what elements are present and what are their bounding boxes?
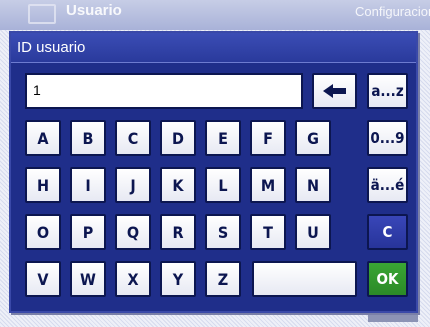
key-x[interactable]: X [115,261,151,297]
background-bottom-bar [368,314,418,322]
space-key[interactable] [252,261,357,297]
key-t[interactable]: T [250,214,286,250]
background-title: Usuario [66,2,122,19]
backspace-button[interactable] [312,73,357,109]
ok-button[interactable]: OK [367,261,408,297]
user-id-dialog: ID usuario 1 a...z 0...9 ä...é C OK ABCD… [9,31,418,313]
key-n[interactable]: N [295,167,331,203]
key-j[interactable]: J [115,167,151,203]
key-o[interactable]: O [25,214,61,250]
key-z[interactable]: Z [205,261,241,297]
special-chars-mode-button[interactable]: ä...é [367,167,408,203]
screen: Usuario Configuracion ID usuario 1 a...z… [0,0,430,327]
dialog-title-bar: ID usuario [11,33,416,63]
key-d[interactable]: D [160,120,196,156]
key-b[interactable]: B [70,120,106,156]
background-title-bar: Usuario Configuracion [0,0,430,30]
lowercase-mode-button[interactable]: a...z [367,73,408,109]
key-r[interactable]: R [160,214,196,250]
key-f[interactable]: F [250,120,286,156]
key-c[interactable]: C [115,120,151,156]
key-q[interactable]: Q [115,214,151,250]
arrow-left-icon [322,84,346,98]
key-i[interactable]: I [70,167,106,203]
key-a[interactable]: A [25,120,61,156]
user-icon [28,4,56,24]
key-g[interactable]: G [295,120,331,156]
key-w[interactable]: W [70,261,106,297]
key-k[interactable]: K [160,167,196,203]
user-id-input[interactable]: 1 [25,73,303,109]
key-e[interactable]: E [205,120,241,156]
key-p[interactable]: P [70,214,106,250]
key-h[interactable]: H [25,167,61,203]
dialog-title: ID usuario [17,39,86,56]
key-m[interactable]: M [250,167,286,203]
background-right-label: Configuracion [355,4,430,19]
key-l[interactable]: L [205,167,241,203]
clear-button[interactable]: C [367,214,408,250]
key-y[interactable]: Y [160,261,196,297]
key-u[interactable]: U [295,214,331,250]
digits-mode-button[interactable]: 0...9 [367,120,408,156]
key-s[interactable]: S [205,214,241,250]
key-v[interactable]: V [25,261,61,297]
